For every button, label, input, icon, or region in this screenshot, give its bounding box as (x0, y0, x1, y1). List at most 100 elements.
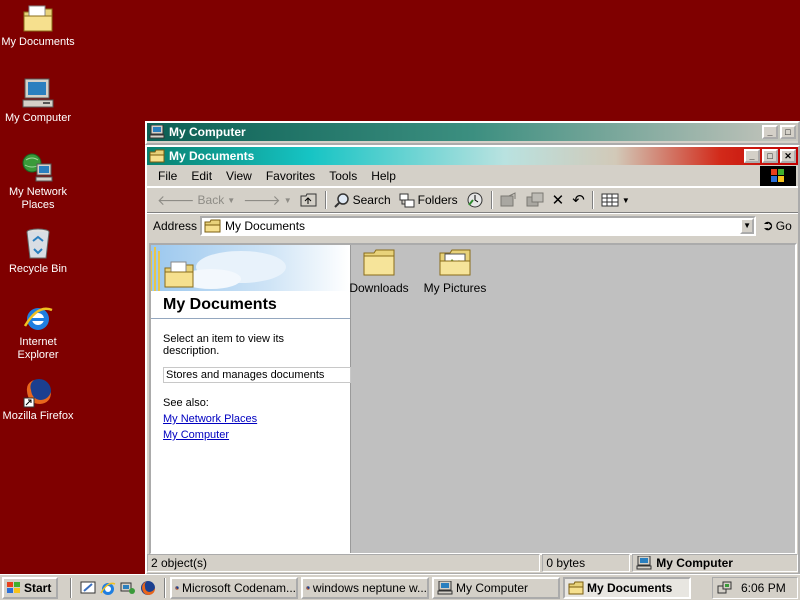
up-folder-button[interactable] (296, 189, 322, 211)
desktop-icon-label: My Computer (4, 112, 72, 124)
menu-view[interactable]: View (219, 169, 259, 183)
minimize-button[interactable]: _ (744, 149, 760, 163)
toolbar-separator (591, 191, 594, 209)
folders-button[interactable]: Folders (395, 189, 462, 211)
go-arrow-icon: ➲ (762, 217, 774, 233)
folder-label: My Pictures (423, 281, 487, 295)
back-label: Back (197, 193, 225, 207)
folder-open-icon (204, 219, 221, 232)
my-computer-window[interactable]: My Computer _ □ (145, 121, 800, 145)
desktop-icon-label: My Documents (1, 36, 75, 48)
folder-documents-icon (23, 5, 53, 32)
menu-favorites[interactable]: Favorites (259, 169, 322, 183)
views-icon (601, 193, 619, 207)
chevron-down-icon: ▼ (227, 195, 236, 205)
chevron-down-icon: ▼ (621, 195, 630, 205)
copy-to-button[interactable] (522, 189, 548, 211)
move-to-icon (500, 192, 516, 207)
my-documents-titlebar[interactable]: My Documents _ □ ✕ (147, 147, 798, 165)
desktop-icon-label: Recycle Bin (8, 263, 68, 275)
quick-launch-separator (70, 577, 72, 598)
desktop-icon-internet-explorer[interactable]: Internet Explorer (0, 302, 76, 362)
task-label: My Computer (456, 580, 529, 595)
folder-description: Stores and manages documents (163, 367, 351, 383)
back-button[interactable]: 🡐 Back ▼ (153, 189, 239, 211)
address-input[interactable]: My Documents ▼ (200, 215, 757, 236)
network-icon (22, 153, 53, 182)
file-list: Downloads My Pictures (349, 245, 795, 553)
windows-flag-icon (771, 169, 784, 182)
desktop-icon-my-computer[interactable]: My Computer (0, 78, 76, 125)
desktop-icon-my-documents[interactable]: My Documents (0, 4, 76, 49)
menu-tools[interactable]: Tools (322, 169, 364, 183)
folder-item-downloads[interactable]: Downloads (339, 247, 419, 295)
delete-button[interactable]: ✕ (548, 189, 569, 211)
windows-flag-icon (7, 581, 20, 593)
ie-icon[interactable] (100, 580, 116, 596)
menu-edit[interactable]: Edit (184, 169, 219, 183)
desktop-icon-recycle-bin[interactable]: Recycle Bin (0, 227, 76, 276)
ie-icon (23, 307, 53, 330)
taskbar: Start Microsoft Codenam... windows neptu… (0, 574, 800, 600)
views-button[interactable]: ▼ (597, 189, 634, 211)
task-my-documents[interactable]: My Documents (563, 576, 691, 599)
network-icon[interactable] (120, 580, 136, 596)
menu-help[interactable]: Help (364, 169, 403, 183)
computer-icon (437, 580, 453, 594)
task-label: My Documents (587, 580, 673, 595)
web-view-pane: My Documents Select an item to view its … (151, 245, 351, 553)
folders-icon (399, 193, 415, 208)
move-to-button[interactable] (496, 189, 522, 211)
status-zone-label: My Computer (656, 556, 733, 570)
window-title: My Documents (169, 149, 255, 163)
start-label: Start (24, 580, 52, 595)
task-label: windows neptune w... (312, 580, 427, 595)
my-documents-window[interactable]: My Documents _ □ ✕ File Edit View Favori… (145, 145, 800, 575)
show-desktop-icon[interactable] (80, 580, 96, 596)
maximize-button[interactable]: □ (762, 149, 778, 163)
computer-icon (149, 125, 165, 139)
start-button[interactable]: Start (2, 576, 58, 599)
task-windows-neptune[interactable]: windows neptune w... (301, 576, 429, 599)
network-status-icon[interactable] (717, 580, 733, 596)
see-also-label: See also: (163, 397, 209, 409)
copy-to-icon (526, 192, 544, 207)
window-title: My Computer (169, 125, 246, 139)
search-button[interactable]: Search (330, 189, 395, 211)
address-label: Address (153, 218, 198, 233)
undo-button[interactable]: ↶ (568, 189, 589, 211)
folder-view: My Documents Select an item to view its … (149, 243, 797, 555)
undo-icon: ↶ (572, 192, 585, 209)
status-zone: My Computer (632, 554, 799, 572)
toolbar-separator (324, 191, 327, 209)
minimize-button[interactable]: _ (762, 125, 778, 139)
folders-label: Folders (417, 193, 458, 207)
my-computer-titlebar[interactable]: My Computer _ □ (147, 123, 798, 141)
maximize-button[interactable]: □ (780, 125, 796, 139)
task-microsoft-codename[interactable]: Microsoft Codenam... (170, 576, 298, 599)
firefox-icon[interactable] (140, 580, 156, 596)
folder-documents-icon (164, 261, 194, 288)
desktop-icon-label: Internet Explorer (17, 336, 59, 361)
menu-file[interactable]: File (151, 169, 184, 183)
history-button[interactable] (462, 189, 488, 211)
desktop-icon-mozilla-firefox[interactable]: Mozilla Firefox (0, 376, 76, 423)
pictures-folder-icon (439, 249, 471, 276)
folder-item-my-pictures[interactable]: My Pictures (415, 247, 495, 295)
go-button[interactable]: ➲ Go (762, 217, 792, 234)
desktop-icon-network-places[interactable]: My Network Places (0, 152, 76, 212)
forward-button[interactable]: 🡒 ▼ (239, 189, 295, 211)
address-value: My Documents (225, 218, 306, 233)
web-view-header: My Documents (151, 245, 350, 319)
delete-icon: ✕ (551, 192, 565, 209)
close-button[interactable]: ✕ (780, 149, 796, 163)
task-my-computer[interactable]: My Computer (432, 576, 560, 599)
folder-open-icon (149, 149, 165, 163)
link-my-computer[interactable]: My Computer (163, 429, 338, 441)
quick-launch (66, 577, 170, 598)
clock[interactable]: 6:06 PM (741, 581, 786, 595)
go-label: Go (775, 218, 792, 233)
address-dropdown-button[interactable]: ▼ (740, 217, 755, 234)
link-my-network-places[interactable]: My Network Places (163, 413, 338, 425)
web-view-body: Select an item to view its description. … (151, 319, 351, 455)
